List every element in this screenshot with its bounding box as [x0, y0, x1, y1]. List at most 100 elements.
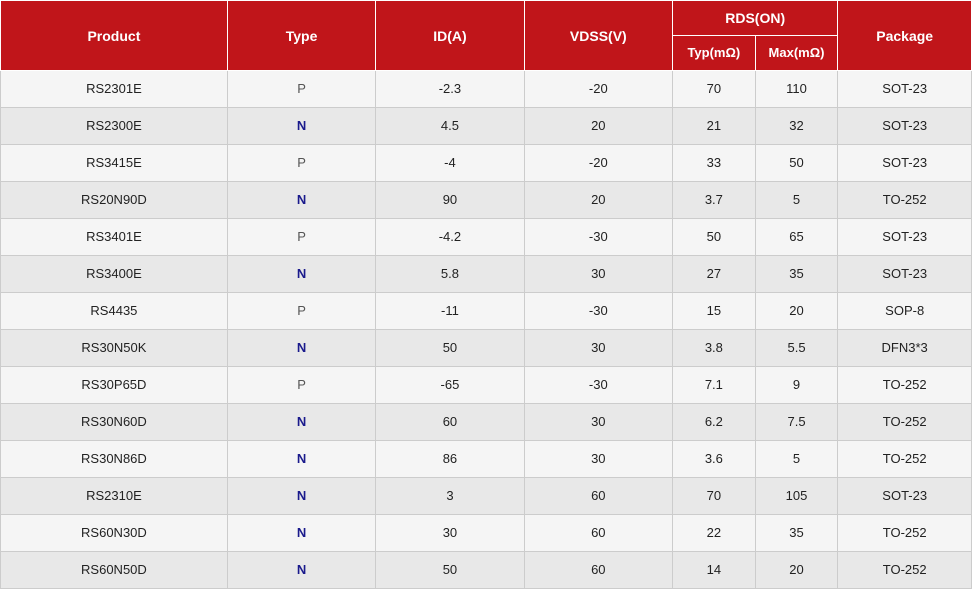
cell-id: 5.8 — [376, 256, 524, 293]
cell-package: TO-252 — [838, 552, 972, 589]
cell-max: 35 — [755, 256, 838, 293]
cell-product: RS30N50K — [1, 330, 228, 367]
cell-product: RS20N90D — [1, 182, 228, 219]
cell-product: RS30P65D — [1, 367, 228, 404]
header-max: Max(mΩ) — [755, 36, 838, 71]
cell-typ: 15 — [673, 293, 756, 330]
header-vdss: VDSS(V) — [524, 1, 672, 71]
cell-vdss: -20 — [524, 71, 672, 108]
cell-type: N — [227, 404, 375, 441]
cell-max: 65 — [755, 219, 838, 256]
cell-max: 5 — [755, 182, 838, 219]
cell-typ: 3.8 — [673, 330, 756, 367]
cell-package: SOT-23 — [838, 145, 972, 182]
cell-type: P — [227, 145, 375, 182]
cell-id: 86 — [376, 441, 524, 478]
cell-id: 50 — [376, 330, 524, 367]
cell-product: RS3400E — [1, 256, 228, 293]
cell-package: TO-252 — [838, 404, 972, 441]
cell-vdss: 30 — [524, 330, 672, 367]
cell-package: SOT-23 — [838, 256, 972, 293]
cell-type: N — [227, 330, 375, 367]
cell-product: RS2300E — [1, 108, 228, 145]
cell-max: 32 — [755, 108, 838, 145]
cell-type: P — [227, 367, 375, 404]
cell-max: 20 — [755, 293, 838, 330]
cell-id: 50 — [376, 552, 524, 589]
cell-product: RS3401E — [1, 219, 228, 256]
table-row: RS30N86D N 86 30 3.6 5 TO-252 — [1, 441, 972, 478]
cell-product: RS4435 — [1, 293, 228, 330]
cell-package: SOP-8 — [838, 293, 972, 330]
cell-id: 90 — [376, 182, 524, 219]
cell-package: TO-252 — [838, 182, 972, 219]
table-row: RS60N30D N 30 60 22 35 TO-252 — [1, 515, 972, 552]
table-row: RS30P65D P -65 -30 7.1 9 TO-252 — [1, 367, 972, 404]
cell-typ: 70 — [673, 478, 756, 515]
cell-vdss: -20 — [524, 145, 672, 182]
cell-typ: 33 — [673, 145, 756, 182]
cell-max: 35 — [755, 515, 838, 552]
cell-type: N — [227, 441, 375, 478]
header-rds-on: RDS(ON) — [673, 1, 838, 36]
cell-id: 60 — [376, 404, 524, 441]
cell-id: -4 — [376, 145, 524, 182]
cell-product: RS3415E — [1, 145, 228, 182]
cell-typ: 22 — [673, 515, 756, 552]
cell-package: SOT-23 — [838, 478, 972, 515]
cell-type: N — [227, 552, 375, 589]
cell-id: 4.5 — [376, 108, 524, 145]
cell-id: -65 — [376, 367, 524, 404]
cell-vdss: -30 — [524, 293, 672, 330]
cell-package: TO-252 — [838, 367, 972, 404]
cell-typ: 6.2 — [673, 404, 756, 441]
cell-type: N — [227, 515, 375, 552]
cell-max: 105 — [755, 478, 838, 515]
cell-product: RS2301E — [1, 71, 228, 108]
cell-type: N — [227, 182, 375, 219]
cell-package: TO-252 — [838, 515, 972, 552]
cell-max: 5 — [755, 441, 838, 478]
cell-package: DFN3*3 — [838, 330, 972, 367]
table-row: RS20N90D N 90 20 3.7 5 TO-252 — [1, 182, 972, 219]
header-type: Type — [227, 1, 375, 71]
cell-max: 5.5 — [755, 330, 838, 367]
cell-product: RS30N86D — [1, 441, 228, 478]
cell-vdss: 30 — [524, 404, 672, 441]
header-id: ID(A) — [376, 1, 524, 71]
cell-id: -2.3 — [376, 71, 524, 108]
cell-id: 30 — [376, 515, 524, 552]
cell-vdss: 60 — [524, 552, 672, 589]
cell-typ: 14 — [673, 552, 756, 589]
table-row: RS4435 P -11 -30 15 20 SOP-8 — [1, 293, 972, 330]
table-row: RS2301E P -2.3 -20 70 110 SOT-23 — [1, 71, 972, 108]
cell-type: P — [227, 71, 375, 108]
header-package: Package — [838, 1, 972, 71]
cell-product: RS60N30D — [1, 515, 228, 552]
cell-max: 7.5 — [755, 404, 838, 441]
cell-vdss: 30 — [524, 441, 672, 478]
cell-id: 3 — [376, 478, 524, 515]
cell-vdss: -30 — [524, 367, 672, 404]
cell-max: 50 — [755, 145, 838, 182]
cell-type: N — [227, 256, 375, 293]
cell-vdss: 60 — [524, 478, 672, 515]
header-product: Product — [1, 1, 228, 71]
table-row: RS3401E P -4.2 -30 50 65 SOT-23 — [1, 219, 972, 256]
cell-type: P — [227, 219, 375, 256]
cell-vdss: 20 — [524, 182, 672, 219]
table-row: RS30N50K N 50 30 3.8 5.5 DFN3*3 — [1, 330, 972, 367]
cell-package: SOT-23 — [838, 108, 972, 145]
table-row: RS60N50D N 50 60 14 20 TO-252 — [1, 552, 972, 589]
cell-typ: 70 — [673, 71, 756, 108]
cell-type: N — [227, 478, 375, 515]
table-row: RS3400E N 5.8 30 27 35 SOT-23 — [1, 256, 972, 293]
cell-id: -4.2 — [376, 219, 524, 256]
cell-vdss: 60 — [524, 515, 672, 552]
cell-vdss: -30 — [524, 219, 672, 256]
cell-typ: 50 — [673, 219, 756, 256]
cell-vdss: 30 — [524, 256, 672, 293]
header-typ: Typ(mΩ) — [673, 36, 756, 71]
cell-product: RS60N50D — [1, 552, 228, 589]
table-row: RS3415E P -4 -20 33 50 SOT-23 — [1, 145, 972, 182]
